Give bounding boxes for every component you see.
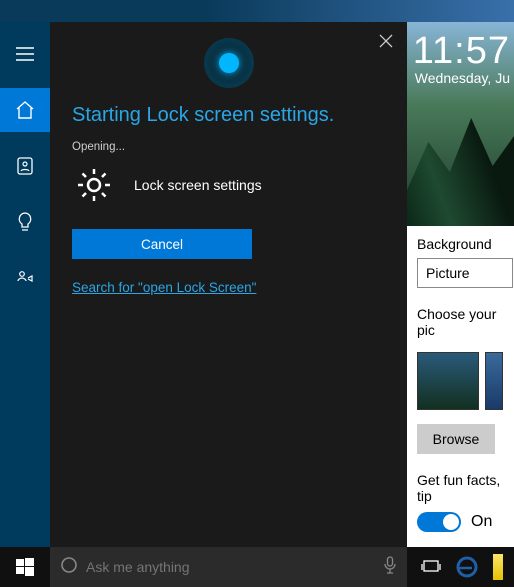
lightbulb-icon[interactable]: [0, 200, 50, 244]
toggle-state-label: On: [471, 513, 492, 531]
task-view-icon[interactable]: [417, 553, 445, 581]
cortana-sidebar: [0, 22, 50, 547]
cortana-headline: Starting Lock screen settings.: [72, 104, 385, 127]
taskbar: [0, 547, 514, 587]
preview-date: Wednesday, Ju: [415, 70, 510, 86]
home-icon[interactable]: [0, 88, 50, 132]
result-row[interactable]: Lock screen settings: [72, 163, 385, 207]
shell: Starting Lock screen settings. Opening..…: [0, 22, 514, 547]
funfacts-toggle[interactable]: On: [417, 512, 514, 532]
window-titlebar: [0, 0, 514, 22]
picture-thumbnails: [407, 352, 514, 410]
toggle-switch-icon: [417, 512, 461, 532]
preview-time: 11:57: [413, 30, 510, 73]
close-icon[interactable]: [379, 34, 393, 53]
cortana-searchbox[interactable]: [50, 547, 407, 587]
funfacts-label: Get fun facts, tip: [417, 472, 514, 504]
background-label: Background: [417, 236, 514, 252]
result-label: Lock screen settings: [134, 177, 262, 193]
background-select-value: Picture: [426, 265, 470, 281]
gear-icon: [72, 163, 116, 207]
picture-thumb[interactable]: [485, 352, 503, 410]
search-web-link[interactable]: Search for "open Lock Screen": [72, 280, 256, 295]
hamburger-menu-icon[interactable]: [0, 32, 50, 76]
taskbar-tray: [407, 553, 514, 581]
browse-button[interactable]: Browse: [417, 424, 495, 454]
microphone-icon[interactable]: [383, 556, 397, 579]
start-button[interactable]: [0, 547, 50, 587]
background-select[interactable]: Picture: [417, 258, 513, 288]
choose-picture-label: Choose your pic: [417, 306, 514, 338]
lock-screen-settings-pane: 11:57 Wednesday, Ju Background Picture C…: [407, 22, 514, 547]
notebook-icon[interactable]: [0, 144, 50, 188]
picture-thumb[interactable]: [417, 352, 479, 410]
opening-status: Opening...: [72, 141, 385, 153]
lock-screen-preview: 11:57 Wednesday, Ju: [407, 22, 514, 226]
edge-browser-icon[interactable]: [453, 553, 481, 581]
search-input[interactable]: [86, 559, 375, 575]
cortana-halo-icon: [204, 38, 254, 88]
feedback-icon[interactable]: [0, 256, 50, 300]
cortana-panel: Starting Lock screen settings. Opening..…: [50, 22, 407, 547]
file-explorer-icon[interactable]: [493, 554, 503, 580]
cortana-circle-icon: [60, 556, 78, 579]
cancel-button[interactable]: Cancel: [72, 229, 252, 259]
